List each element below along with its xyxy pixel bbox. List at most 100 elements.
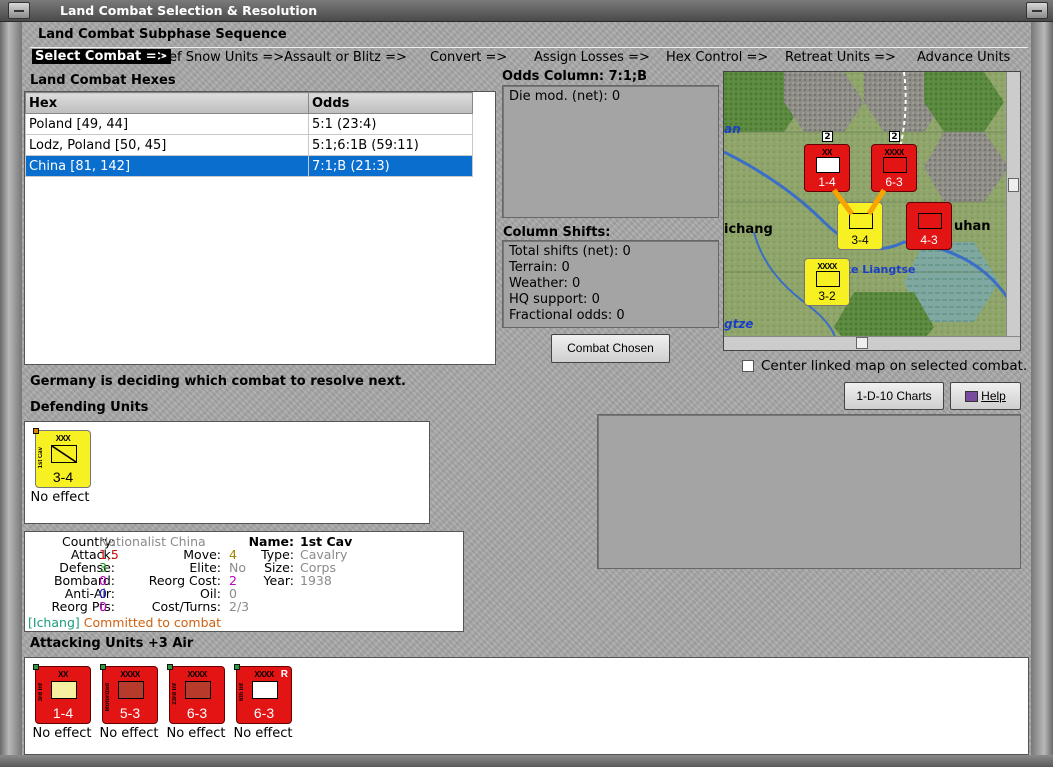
phase-retreat-units[interactable]: Retreat Units =>: [785, 50, 896, 65]
phase-sequence-bar: Select Combat => Def Snow Units => Assau…: [30, 47, 1028, 67]
attacking-unit-counter[interactable]: XX 3rd Inf 1-4: [33, 664, 91, 724]
map-counter[interactable]: XX 1-4: [804, 144, 850, 192]
phase-hex-control[interactable]: Hex Control =>: [666, 50, 768, 65]
combat-effect: No effect: [233, 726, 293, 741]
die-mod-text: Die mod. (net): 0: [509, 89, 621, 104]
infantry-icon: [816, 271, 840, 287]
odds-cell: 7:1;B (21:3): [308, 155, 473, 177]
combat-effect: No effect: [99, 726, 159, 741]
close-icon[interactable]: [1026, 2, 1048, 19]
fractional-odds-text: Fractional odds: 0: [509, 308, 625, 323]
table-row[interactable]: Lodz, Poland [50, 45] 5:1;6:1B (59:11): [25, 134, 473, 156]
attacking-units-panel: XX 3rd Inf 1-4 No effect XXXX Motorized …: [24, 657, 1029, 755]
reserve-badge: R: [280, 669, 288, 680]
map-counter-defender[interactable]: 3-4: [837, 202, 883, 250]
unit-location: [Ichang]: [28, 615, 80, 630]
hq-support-text: HQ support: 0: [509, 292, 600, 307]
hexes-table: Hex Odds Poland [49, 44] 5:1 (23:4) Lodz…: [25, 92, 473, 177]
hexes-table-panel: Hex Odds Poland [49, 44] 5:1 (23:4) Lodz…: [24, 91, 496, 365]
map-vertical-scrollbar[interactable]: [1006, 72, 1020, 338]
phase-select-combat[interactable]: Select Combat =>: [32, 49, 171, 64]
infantry-icon: [918, 213, 942, 229]
unit-info-panel: Country: Nationalist China Attack: 1,5 D…: [24, 531, 464, 632]
combat-effect: No effect: [32, 726, 92, 741]
year-value: 1938: [300, 573, 332, 588]
year-label: Year:: [263, 573, 294, 588]
map-label-yangtze: gtze: [724, 317, 754, 331]
map-counter[interactable]: XXXX 6-3: [871, 144, 917, 192]
weather-shift-text: Weather: 0: [509, 276, 581, 291]
title-bar: Land Combat Selection & Resolution: [0, 0, 1053, 22]
map-counter[interactable]: 4-3: [906, 202, 952, 250]
scroll-thumb[interactable]: [856, 337, 868, 349]
table-row[interactable]: Poland [49, 44] 5:1 (23:4): [25, 113, 473, 135]
shifts-panel: Total shifts (net): 0 Terrain: 0 Weather…: [502, 240, 719, 328]
center-map-checkbox[interactable]: [742, 360, 754, 372]
window-frame-left: [0, 22, 22, 767]
infantry-icon: [252, 681, 278, 699]
combat-chosen-button[interactable]: Combat Chosen: [551, 334, 670, 363]
reorg-pts-value: 0: [99, 599, 107, 614]
cost-turns-label: Cost/Turns:: [151, 599, 221, 614]
help-label: Help: [981, 389, 1006, 403]
phase-def-snow-units[interactable]: Def Snow Units =>: [159, 50, 284, 65]
cavalry-icon: [849, 213, 873, 229]
combat-effect: No effect: [166, 726, 226, 741]
combat-effect: No effect: [30, 490, 90, 505]
column-shifts-label: Column Shifts:: [503, 225, 611, 240]
hex-cell: Poland [49, 44]: [25, 113, 309, 135]
combat-results-panel: [597, 414, 1021, 569]
attacking-unit-counter[interactable]: XXXX Motorized 5-3: [100, 664, 158, 724]
charts-button[interactable]: 1-D-10 Charts: [844, 382, 944, 410]
hexes-table-header: Hex Odds: [25, 92, 473, 114]
odds-cell: 5:1;6:1B (59:11): [308, 134, 473, 156]
hexes-label: Land Combat Hexes: [30, 73, 176, 88]
infantry-icon: [883, 157, 907, 173]
map-counter[interactable]: XXXX 3-2: [804, 258, 850, 306]
map-horizontal-scrollbar[interactable]: [724, 336, 1020, 350]
infantry-icon: [51, 681, 77, 699]
infantry-icon: [185, 681, 211, 699]
center-map-label: Center linked map on selected combat.: [761, 358, 1028, 374]
unit-status: Committed to combat: [83, 615, 222, 630]
window-frame-bottom: [0, 755, 1053, 767]
column-header-odds[interactable]: Odds: [308, 92, 473, 114]
subphase-label: Land Combat Subphase Sequence: [38, 27, 287, 42]
map-label-lake: ke Liangtse: [844, 263, 916, 276]
help-button[interactable]: Help: [950, 382, 1021, 410]
column-header-hex[interactable]: Hex: [25, 92, 309, 114]
defending-unit-counter[interactable]: XXX 1st Cav 3-4: [33, 428, 91, 488]
status-message: Germany is deciding which combat to reso…: [30, 374, 406, 389]
odds-panel: Die mod. (net): 0: [502, 85, 719, 218]
stack-badge: 2: [889, 131, 900, 142]
table-row-selected[interactable]: China [81, 142] 7:1;B (21:3): [25, 155, 473, 177]
terrain-shift-text: Terrain: 0: [509, 260, 570, 275]
defending-units-panel: XXX 1st Cav 3-4 No effect: [24, 421, 430, 524]
hex-cell: Lodz, Poland [50, 45]: [25, 134, 309, 156]
motorized-icon: [118, 681, 144, 699]
map-label-an: an: [724, 122, 741, 136]
infantry-icon: [816, 157, 840, 173]
linked-map[interactable]: an ichang uhan ke Liangtse gtze XX 1-4 2…: [723, 71, 1021, 351]
book-icon: [965, 391, 979, 403]
attacking-unit-counter[interactable]: XXXX 6th Inf R 6-3: [234, 664, 292, 724]
defending-units-label: Defending Units: [30, 400, 149, 415]
stack-badge: 2: [822, 131, 833, 142]
cavalry-icon: [51, 445, 77, 463]
attacking-units-label: Attacking Units +3 Air: [30, 636, 194, 651]
phase-advance-units[interactable]: Advance Units: [917, 50, 1010, 65]
map-label-ichang: ichang: [724, 222, 773, 237]
odds-column-label: Odds Column: 7:1;B: [502, 69, 648, 84]
window-frame-right: [1031, 22, 1053, 767]
hex-cell: China [81, 142]: [25, 155, 309, 177]
scroll-thumb[interactable]: [1008, 178, 1019, 192]
phase-assign-losses[interactable]: Assign Losses =>: [534, 50, 650, 65]
map-label-wuhan: uhan: [954, 219, 991, 234]
minimize-icon[interactable]: [8, 2, 30, 19]
phase-convert[interactable]: Convert =>: [430, 50, 507, 65]
odds-cell: 5:1 (23:4): [308, 113, 473, 135]
window-title: Land Combat Selection & Resolution: [60, 3, 318, 18]
total-shifts-text: Total shifts (net): 0: [509, 244, 631, 259]
attacking-unit-counter[interactable]: XXXX 23rd Inf 6-3: [167, 664, 225, 724]
phase-assault-or-blitz[interactable]: Assault or Blitz =>: [284, 50, 407, 65]
